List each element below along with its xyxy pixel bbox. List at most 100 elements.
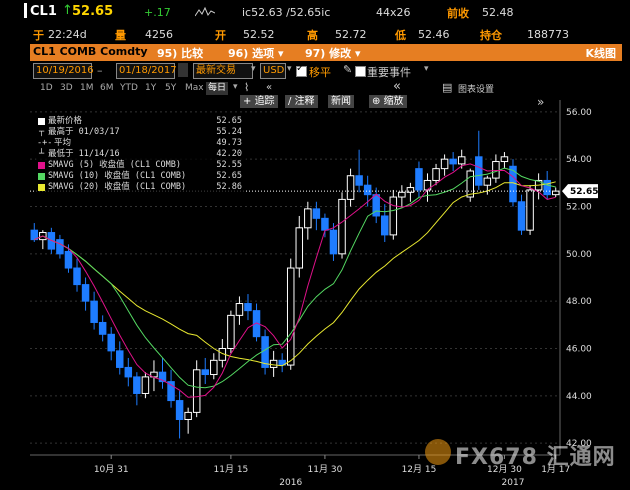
candle-body (449, 158, 457, 165)
chart-legend: 最新价格 52.65 ┬ 最高于 01/03/17 55.24 -+- 平均 4… (36, 116, 246, 193)
sma5-swatch (38, 162, 45, 169)
end-date-field[interactable]: 01/18/2017 (116, 63, 177, 79)
chevron-down-icon[interactable]: ▾ (287, 64, 292, 74)
sma10-line (34, 167, 556, 389)
candle-body (475, 156, 483, 186)
quote-bar: CL1 ↑ 52.65 +.17 ic52.63 /52.65ic 44x26 … (0, 0, 630, 24)
y-tick-label: 54.00 (566, 155, 592, 165)
quote-detail-bar: 于 22:24d 量 4256 开 52.52 高 52.72 低 52.46 … (0, 24, 630, 44)
candle-body (286, 267, 295, 366)
candle-body (389, 196, 398, 236)
period-max[interactable]: Max (183, 82, 206, 95)
date-controls: 10/19/2016 – 01/18/2017 最新交易 ▾ USD ▾ ✓ 移… (30, 63, 630, 81)
edit-button[interactable]: 97) 修改 ▾ (305, 45, 361, 61)
candle-body (483, 177, 492, 186)
candle-body (312, 208, 321, 219)
security-field[interactable]: CL1 COMB Comdty (33, 45, 148, 58)
period-1y[interactable]: 1Y (143, 82, 158, 95)
candle-body (381, 215, 389, 236)
period-3d[interactable]: 3D (58, 82, 75, 95)
candle-body (116, 350, 124, 368)
period-buttons: 1D 3D 1M 6M YTD 1Y 5Y Max 每日 ▾ ⌇ « « ▤ 图… (38, 79, 495, 95)
bid-ask-size: 44x26 (376, 6, 411, 19)
logo-icon (425, 439, 451, 465)
candle-body (244, 303, 252, 312)
legend-sma5: SMAVG (5) 收盘值 (CL1 COMB) 52.55 (36, 160, 246, 171)
events-checkbox[interactable] (355, 66, 366, 77)
x-tick-label: 11月 15 (214, 464, 249, 475)
candle-body (184, 411, 192, 420)
chevron-down-icon[interactable]: ▾ (424, 64, 429, 74)
square-icon (38, 118, 45, 125)
moving-averages (34, 163, 556, 398)
candle-body (329, 229, 338, 255)
candle-body (551, 190, 560, 196)
scroll-back-icon[interactable]: « (393, 79, 401, 94)
legend-high: ┬ 最高于 01/03/17 55.24 (39, 127, 242, 137)
candle-body (90, 300, 98, 323)
legend-average: -+- 平均 49.73 (37, 138, 242, 148)
candle-body (64, 250, 73, 269)
time-label: 于 (33, 29, 44, 42)
frequency-select[interactable]: 每日 (206, 82, 229, 95)
candle-body (133, 376, 141, 394)
candle-body (355, 175, 363, 186)
y-tick-label: 48.00 (566, 297, 592, 307)
scroll-left-icon[interactable]: « (266, 82, 272, 93)
low-marker-icon: ┴ (39, 149, 45, 159)
start-date-field[interactable]: 10/19/2016 (33, 63, 94, 79)
pencil-icon[interactable]: ✎ (343, 63, 352, 76)
period-5y[interactable]: 5Y (163, 82, 178, 95)
prev-close-label: 前收 (447, 7, 469, 20)
price-change: +.17 (144, 6, 171, 19)
candle-body (141, 376, 150, 394)
candle-body (81, 284, 90, 302)
candle-body (440, 158, 449, 170)
last-price: 52.65 (72, 4, 114, 19)
candle-body (73, 267, 81, 286)
candle-body (543, 179, 551, 196)
period-select[interactable]: 最新交易 (193, 63, 253, 79)
options-button[interactable]: 96) 选项 ▾ (228, 45, 284, 61)
prev-close: 52.48 (482, 6, 514, 19)
average-line-icon: -+- (37, 138, 53, 148)
candle-body (192, 369, 201, 413)
low-price: 52.46 (418, 28, 450, 41)
period-6m[interactable]: 6M (98, 82, 116, 95)
open-interest: 188773 (527, 28, 569, 41)
compare-button[interactable]: 95) 比较 (157, 45, 203, 61)
date-separator: – (97, 64, 103, 77)
sma20-swatch (38, 184, 45, 191)
period-1d[interactable]: 1D (38, 82, 55, 95)
candle-body (492, 161, 500, 179)
x-tick-label: 11月 30 (308, 464, 343, 475)
bid-ask: ic52.63 /52.65ic (242, 6, 331, 19)
ticker[interactable]: CL1 (30, 4, 57, 19)
candle-body (500, 156, 509, 163)
chart-settings-icon[interactable]: ▤ (442, 81, 452, 94)
chevron-down-icon[interactable]: ▾ (233, 82, 238, 92)
calendar-icon[interactable] (178, 63, 188, 77)
chevron-down-icon[interactable]: ▾ (251, 64, 256, 74)
open-interest-label: 持仓 (480, 29, 502, 42)
legend-sma10: SMAVG (10) 收盘值 (CL1 COMB) 52.65 (36, 171, 246, 182)
high-marker-icon: ┬ (39, 127, 45, 137)
candle-body (517, 201, 526, 231)
candle-body (526, 189, 534, 231)
function-toolbar: CL1 COMB Comdty 95) 比较 96) 选项 ▾ 97) 修改 ▾… (30, 44, 622, 61)
smooth-label: 移平 (309, 66, 331, 79)
candle-body (338, 198, 346, 255)
legend-sma20: SMAVG (20) 收盘值 (CL1 COMB) 52.86 (36, 182, 246, 193)
period-1m[interactable]: 1M (78, 82, 96, 95)
currency-select[interactable]: USD (260, 63, 286, 79)
line-chart-icon[interactable]: ⌇ (244, 81, 249, 94)
year-label: 2017 (502, 478, 525, 488)
price-tag-label: 52.65 (570, 187, 598, 197)
period-ytd[interactable]: YTD (118, 82, 140, 95)
candle-body (304, 208, 312, 229)
check-icon: ✓ (296, 63, 305, 74)
cursor-marker (24, 3, 27, 18)
quote-time: 22:24d (48, 28, 87, 41)
candle-body (56, 239, 64, 255)
y-tick-label: 44.00 (566, 392, 592, 402)
